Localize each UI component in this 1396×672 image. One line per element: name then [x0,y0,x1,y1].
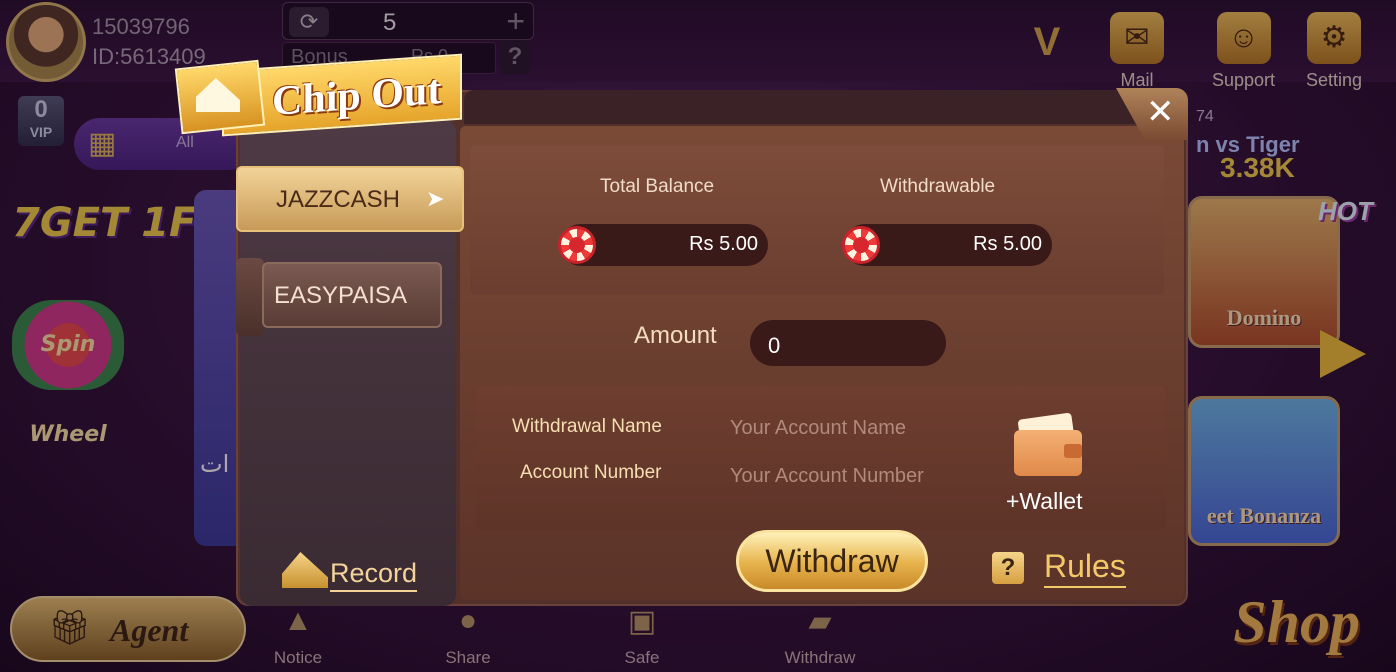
total-balance-value: Rs 5.00 [689,233,758,255]
record-link[interactable]: Record [282,552,418,592]
record-icon [282,552,328,588]
add-wallet-label[interactable]: +Wallet [1006,488,1082,515]
casino-chip-icon [842,226,880,264]
total-balance-pill: Rs 5.00 [558,224,768,266]
tab-jazzcash[interactable]: JAZZCASH ➤ [236,166,464,232]
balance-section [470,146,1164,294]
total-balance-label: Total Balance [600,176,715,197]
amount-label: Amount [634,322,717,349]
casino-chip-icon [558,226,596,264]
amount-input[interactable] [750,320,946,366]
withdrawal-name-label: Withdrawal Name [512,416,662,437]
close-icon[interactable]: ✕ [1146,92,1175,132]
withdrawable-label: Withdrawable [880,176,996,197]
withdrawal-name-input[interactable] [730,410,982,446]
chip-out-banner: Chip Out [174,50,464,137]
tab-easypaisa[interactable]: EASYPAISA [262,262,442,328]
account-number-label: Account Number [520,462,662,483]
tab-clip [236,258,264,336]
dialog-header-strip [464,90,1184,124]
tab-easypaisa-label: EASYPAISA [274,282,407,309]
rules-label: Rules [1044,548,1126,588]
withdrawable-value: Rs 5.00 [973,233,1042,255]
record-label: Record [330,558,418,592]
tag-arrow-icon: ➤ [426,186,445,211]
withdraw-button[interactable]: Withdraw [736,530,928,592]
wallet-icon[interactable] [1014,412,1084,476]
help-icon: ? [992,552,1024,584]
wallet-clasp [1064,444,1082,458]
withdrawable-pill: Rs 5.00 [842,224,1052,266]
account-number-input[interactable] [730,458,982,494]
rules-link[interactable]: ? Rules [992,548,1126,588]
tab-jazzcash-label: JAZZCASH [276,186,401,213]
